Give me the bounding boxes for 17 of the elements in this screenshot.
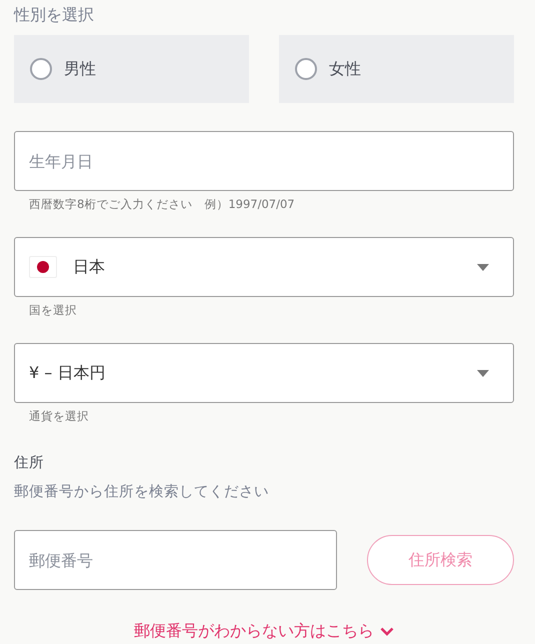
gender-option[interactable]: 男性 (14, 35, 249, 103)
field-hint: 通貨を選択 (29, 409, 90, 423)
field-hint: 国を選択 (29, 303, 78, 317)
country-select[interactable]: 日本 (14, 237, 514, 297)
gender-option[interactable]: 女性 (279, 35, 514, 103)
chevron-down-icon (380, 627, 394, 636)
dropdown-caret-icon (477, 264, 489, 270)
address-label: 住所 (14, 454, 45, 472)
field-hint: 西暦数字8桁でご入力ください 例）1997/07/07 (29, 197, 296, 211)
birthday-field[interactable]: 生年月日 (14, 131, 514, 191)
help-link[interactable]: 郵便番号がわからない方はこちら (134, 621, 394, 642)
flag-icon (29, 256, 57, 278)
currency-select[interactable]: ¥ – 日本円 (14, 343, 514, 403)
address-description: 郵便番号から住所を検索してください (14, 483, 270, 501)
gender-label: 性別を選択 (14, 4, 95, 26)
dropdown-caret-icon (477, 370, 489, 376)
postal-code-field[interactable]: 郵便番号 (14, 530, 337, 590)
